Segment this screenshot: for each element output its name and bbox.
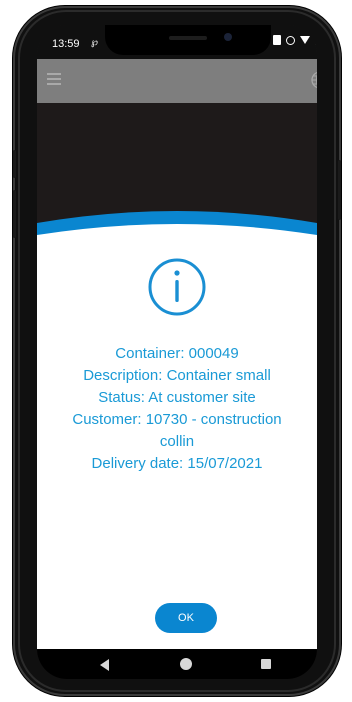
container-status: Status: At customer site xyxy=(98,389,256,406)
customer-line-continued: collin xyxy=(159,433,195,450)
status-icons xyxy=(273,35,317,45)
app-toolbar xyxy=(37,59,317,103)
power-button xyxy=(338,160,341,220)
status-bar: 13:59 ℘ xyxy=(37,25,317,59)
globe-icon[interactable] xyxy=(311,71,317,89)
recents-icon[interactable] xyxy=(261,659,271,669)
speaker-grille xyxy=(169,36,207,40)
android-nav-bar xyxy=(37,649,317,679)
battery-saver-icon xyxy=(273,35,281,45)
notification-icon: ℘ xyxy=(91,37,98,48)
volume-up-button xyxy=(13,150,16,178)
container-description: Description: Container small xyxy=(83,367,271,384)
home-icon[interactable] xyxy=(180,658,192,670)
battery-icon xyxy=(315,35,317,45)
container-number: Container: 000049 xyxy=(115,345,239,362)
volume-down-button xyxy=(13,190,16,238)
phone-screen: 13:59 ℘ Container: 000049 Description: C… xyxy=(37,25,317,679)
container-details: Container: 000049 Description: Container… xyxy=(37,343,317,475)
customer-line: Customer: 10730 - construction xyxy=(72,411,282,428)
status-time: 13:59 xyxy=(52,38,80,50)
hamburger-menu-icon[interactable] xyxy=(47,73,61,85)
wifi-icon xyxy=(300,36,310,44)
front-camera xyxy=(224,33,232,41)
camera-notch xyxy=(105,25,271,55)
delivery-date: Delivery date: 15/07/2021 xyxy=(91,455,263,472)
data-saver-icon xyxy=(286,35,295,45)
back-icon[interactable] xyxy=(100,659,109,671)
ok-button[interactable]: OK xyxy=(155,603,217,633)
info-icon xyxy=(148,258,206,316)
